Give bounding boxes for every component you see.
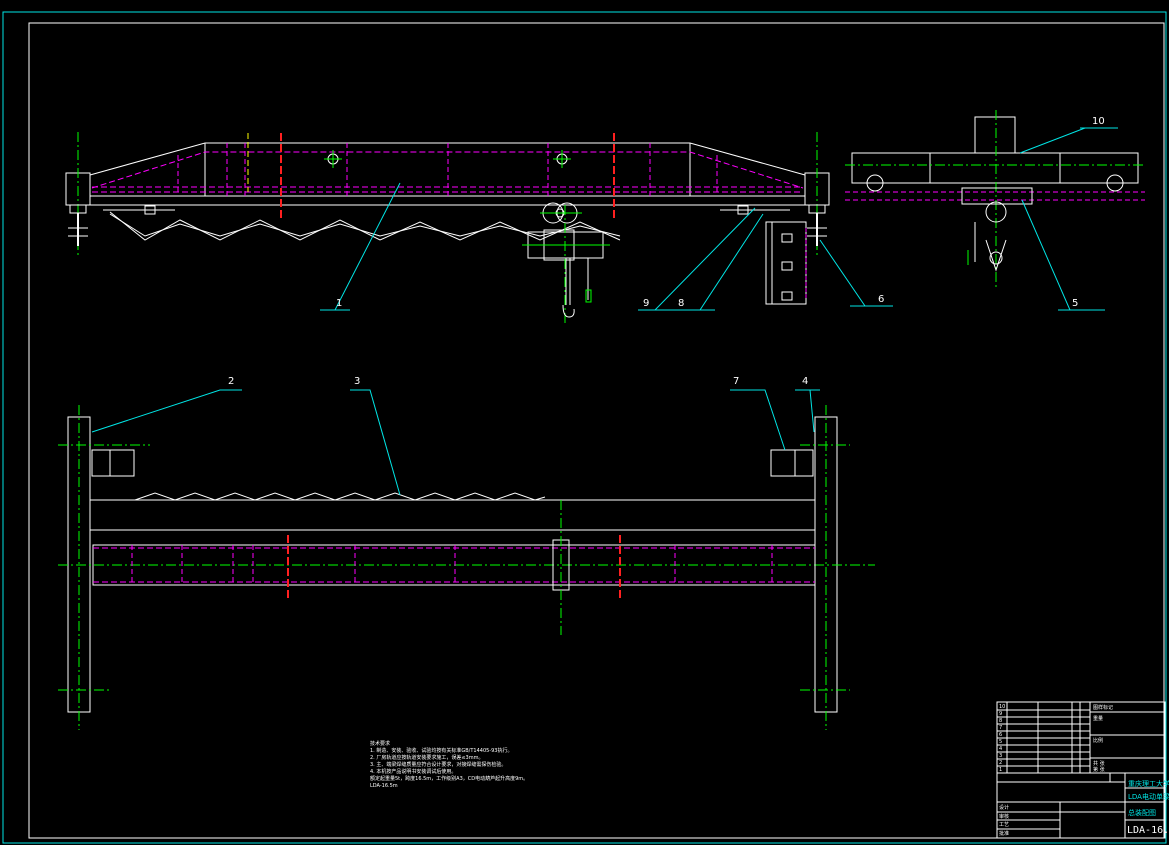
notes-title: 技术要求 <box>370 740 390 747</box>
label-sheets: 共 张 <box>1093 760 1105 767</box>
sheet-border-inner <box>28 22 1165 839</box>
parts-row-8: 8 <box>999 718 1002 724</box>
callout-1: 1 <box>336 298 342 309</box>
callout-4: 4 <box>802 376 808 387</box>
label-sheet-no: 第 张 <box>1093 766 1105 773</box>
label-weight: 重量 <box>1093 715 1103 722</box>
callout-8: 8 <box>678 298 684 309</box>
label-mark: 图样标记 <box>1093 704 1113 711</box>
parts-row-5: 5 <box>999 739 1002 745</box>
callout-10: 10 <box>1092 116 1105 127</box>
notes-line-6: LDA-16.5m <box>370 783 398 789</box>
parts-row-10: 10 <box>999 704 1005 710</box>
parts-row-4: 4 <box>999 746 1002 752</box>
drawing-title: LDA电动单梁起重机 <box>1128 792 1169 801</box>
callout-labels: 1 2 3 4 5 6 7 8 9 10 <box>228 116 1105 387</box>
footer-review: 审核 <box>999 813 1009 820</box>
plan-view <box>58 405 875 730</box>
drawing-subtitle: 总装配图 <box>1128 808 1156 817</box>
callout-3: 3 <box>354 376 360 387</box>
school-name: 重庆理工大学 <box>1128 779 1169 788</box>
callout-6: 6 <box>878 294 884 305</box>
sheet-border-outer <box>2 11 1167 844</box>
cad-drawing: 1 2 3 4 5 6 7 8 9 10 技术要求 1. 制造、安装、验收、试验… <box>2 11 1169 844</box>
label-scale: 比例 <box>1093 737 1103 744</box>
title-block <box>996 701 1166 839</box>
side-elevation <box>845 110 1145 290</box>
footer-design: 设计 <box>999 804 1009 811</box>
drawing-number: LDA-16.5m <box>1127 825 1169 836</box>
callout-5: 5 <box>1072 298 1078 309</box>
callout-2: 2 <box>228 376 234 387</box>
footer-process: 工艺 <box>999 822 1009 828</box>
notes-line-2: 2. 厂房轨道应按轨道安装要求施工，误差≤3mm。 <box>370 754 483 761</box>
notes-line-3: 3. 主、端梁焊缝质量应符合设计要求，对接焊缝需探伤检验。 <box>370 761 506 768</box>
footer-approve: 批准 <box>999 830 1009 837</box>
notes-line-4: 4. 本机按产品说明书安装调试后使用。 <box>370 768 456 775</box>
parts-row-3: 3 <box>999 753 1002 759</box>
notes-line-5: 额定起重量5t，跨度16.5m，工作级别A3，CD电动葫芦起升高度9m。 <box>370 775 528 782</box>
callout-9: 9 <box>643 298 649 309</box>
parts-row-7: 7 <box>999 725 1002 731</box>
parts-row-9: 9 <box>999 711 1002 717</box>
parts-row-6: 6 <box>999 732 1002 738</box>
notes-line-1: 1. 制造、安装、验收、试验均按有关标准GB/T14405-93执行。 <box>370 747 512 754</box>
technical-notes: 技术要求 1. 制造、安装、验收、试验均按有关标准GB/T14405-93执行。… <box>370 740 528 789</box>
parts-row-1: 1 <box>999 767 1002 773</box>
callout-7: 7 <box>733 376 739 387</box>
front-elevation <box>65 132 830 325</box>
parts-list-grid <box>997 702 1091 774</box>
parts-row-2: 2 <box>999 760 1002 766</box>
